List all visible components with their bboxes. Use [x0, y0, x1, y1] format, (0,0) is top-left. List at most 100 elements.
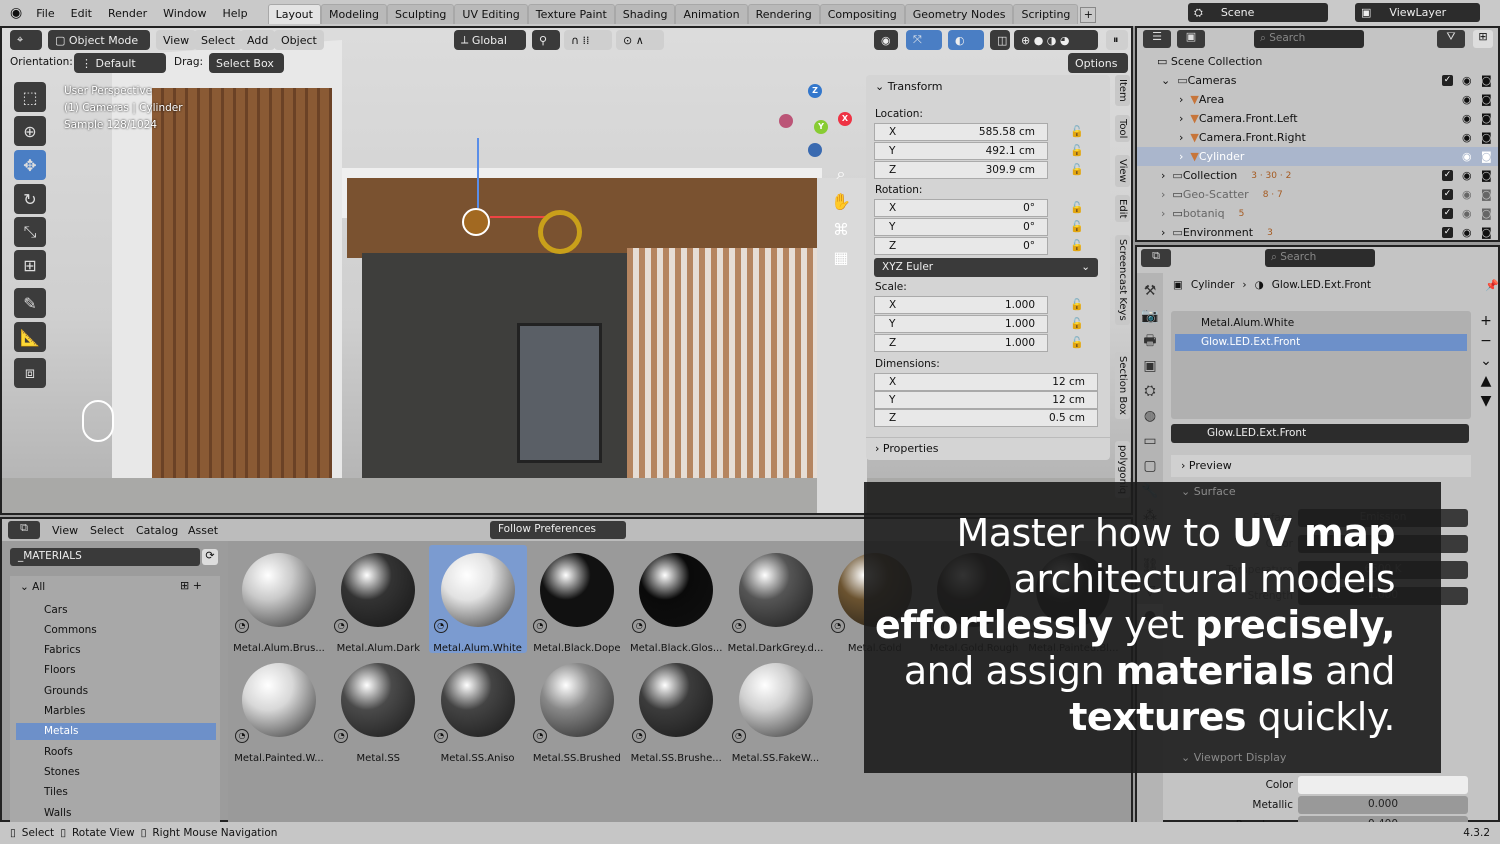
render-camera-icon[interactable]: ◙	[1481, 93, 1492, 106]
asset-item[interactable]: ◔ Metal.Alum.Dark	[329, 545, 427, 654]
move-down-button[interactable]: ▼	[1477, 391, 1495, 411]
transform-tool[interactable]: ⊞	[14, 250, 46, 280]
asset-menu-catalog[interactable]: Catalog	[136, 524, 178, 537]
rotation-y-field[interactable]: Y 0°	[874, 218, 1048, 236]
render-camera-icon[interactable]: ◙	[1481, 226, 1492, 239]
mode-selector[interactable]: ▢ Object Mode	[48, 30, 150, 50]
chevron-right-icon[interactable]: ›	[1179, 150, 1190, 163]
rotation-mode-dropdown[interactable]: XYZ Euler ⌄	[874, 258, 1098, 277]
chevron-right-icon[interactable]: ›	[1179, 93, 1190, 106]
camera-view-icon[interactable]: ⌘	[830, 216, 852, 244]
workspace-tab-shading[interactable]: Shading	[614, 4, 676, 24]
catalog-tiles[interactable]: Tiles	[16, 784, 216, 801]
asset-item[interactable]: ◔ Metal.Black.Dope	[528, 545, 626, 654]
catalog-stones[interactable]: Stones	[16, 763, 216, 780]
snap-toggle[interactable]: ∩ ⁞⁞	[564, 30, 612, 50]
sidebar-tab-item[interactable]: Item	[1115, 75, 1130, 106]
menu-window[interactable]: Window	[155, 7, 214, 20]
z-axis-arrow[interactable]	[477, 138, 479, 208]
eye-icon[interactable]: ◉	[1462, 226, 1472, 239]
render-camera-icon[interactable]: ◙	[1481, 207, 1492, 220]
slot-menu-button[interactable]: ⌄	[1477, 351, 1495, 371]
new-collection-button[interactable]: ⊞	[1473, 30, 1493, 48]
menu-select[interactable]: Select	[194, 30, 242, 50]
outliner-row[interactable]: ⌄ ▭ Cameras ✓ ◉ ◙	[1137, 71, 1498, 90]
object-tab-icon[interactable]: ▢	[1137, 454, 1163, 479]
lock-icon[interactable]: 🔓	[1070, 239, 1084, 252]
pan-hand-icon[interactable]: ✋	[830, 188, 852, 216]
material-slot[interactable]: Metal.Alum.White	[1175, 315, 1467, 332]
metallic-field[interactable]: 0.000	[1298, 796, 1468, 814]
menu-object[interactable]: Object	[274, 30, 324, 50]
scene-selector[interactable]: ⛭ Scene	[1188, 3, 1328, 22]
outliner-row[interactable]: › ▭ Environment 3 ✓ ◉ ◙	[1137, 223, 1498, 242]
import-method-dropdown[interactable]: Follow Preferences	[490, 521, 626, 539]
chevron-right-icon[interactable]: ›	[1161, 188, 1172, 201]
sidebar-tab-section-box[interactable]: Section Box	[1115, 352, 1130, 419]
asset-item[interactable]: ◔ Metal.SS.FakeW...	[727, 655, 825, 764]
exclude-checkbox[interactable]: ✓	[1442, 75, 1453, 86]
outliner-row[interactable]: › ▭ Collection 3 · 30 · 2 ✓ ◉ ◙	[1137, 166, 1498, 185]
location-z-field[interactable]: Z 309.9 cm	[874, 161, 1048, 179]
x-axis-arrow[interactable]	[490, 216, 550, 218]
blender-logo-icon[interactable]: ◉	[0, 5, 28, 21]
eye-icon[interactable]: ◉	[1462, 169, 1472, 182]
overlay-toggle[interactable]: ◐	[948, 30, 984, 50]
workspace-tab-texture-paint[interactable]: Texture Paint	[527, 4, 615, 24]
render-camera-icon[interactable]: ◙	[1481, 150, 1492, 163]
material-slot-active[interactable]: Glow.LED.Ext.Front	[1175, 334, 1467, 351]
scale-z-field[interactable]: Z 1.000	[874, 334, 1048, 352]
select-box-tool[interactable]: ⬚	[14, 82, 46, 112]
scale-tool[interactable]: ⤡	[14, 217, 46, 247]
sidebar-tab-view[interactable]: View	[1115, 155, 1130, 187]
eye-icon[interactable]: ◉	[1462, 150, 1472, 163]
sidebar-tab-tool[interactable]: Tool	[1115, 115, 1130, 143]
location-y-field[interactable]: Y 492.1 cm	[874, 142, 1048, 160]
catalog-marbles[interactable]: Marbles	[16, 703, 216, 720]
properties-editor-type[interactable]: ⧉	[1141, 249, 1171, 267]
catalog-walls[interactable]: Walls	[16, 804, 216, 821]
asset-editor-type[interactable]: ⧉	[8, 521, 40, 539]
catalog-floors[interactable]: Floors	[16, 662, 216, 679]
workspace-tab-compositing[interactable]: Compositing	[819, 4, 905, 24]
asset-item[interactable]: ◔ Metal.SS.Brushed	[528, 655, 626, 764]
workspace-tab-animation[interactable]: Animation	[675, 4, 748, 24]
asset-library-dropdown[interactable]: _MATERIALS	[10, 548, 200, 566]
dimensions-y-field[interactable]: Y 12 cm	[874, 391, 1098, 409]
gizmo-z-axis[interactable]: Z	[808, 84, 822, 98]
lock-icon[interactable]: 🔓	[1070, 163, 1084, 176]
view-layer-tab-icon[interactable]: ▣	[1137, 354, 1163, 379]
pin-icon[interactable]: 📌	[1485, 279, 1499, 292]
visibility-button[interactable]: ◉	[874, 30, 898, 50]
tool-tab-icon[interactable]: ⚒	[1137, 279, 1163, 304]
view-layer-selector[interactable]: ▣ ViewLayer	[1355, 3, 1480, 22]
menu-render[interactable]: Render	[100, 7, 155, 20]
display-mode-dropdown[interactable]: ▣	[1177, 30, 1205, 48]
workspace-tab-uv-editing[interactable]: UV Editing	[454, 4, 528, 24]
scale-x-field[interactable]: X 1.000	[874, 296, 1048, 314]
asset-menu-view[interactable]: View	[52, 524, 78, 537]
annotate-tool[interactable]: ✎	[14, 288, 46, 318]
refresh-icon[interactable]: ⟳	[202, 549, 218, 565]
add-cube-tool[interactable]: ⧈	[14, 358, 46, 388]
transform-header[interactable]: ⌄ Transform	[875, 80, 942, 93]
move-up-button[interactable]: ▲	[1477, 371, 1495, 391]
filter-button[interactable]: ⛛	[1437, 30, 1465, 48]
workspace-tab-sculpting[interactable]: Sculpting	[387, 4, 455, 24]
exclude-checkbox[interactable]: ✓	[1442, 208, 1453, 219]
color-field[interactable]	[1298, 776, 1468, 794]
menu-file[interactable]: File	[28, 7, 62, 20]
outliner-row[interactable]: › ▼ Area ◉ ◙	[1137, 90, 1498, 109]
render-camera-icon[interactable]: ◙	[1481, 131, 1492, 144]
object-origin-icon[interactable]	[462, 208, 490, 236]
eye-icon[interactable]: ◉	[1462, 207, 1472, 220]
grid-icon[interactable]: ▦	[830, 244, 852, 272]
outliner-row[interactable]: › ▼ Cylinder ◉ ◙	[1137, 147, 1498, 166]
gizmo-y-axis[interactable]: Y	[814, 120, 828, 134]
output-tab-icon[interactable]: 🖶	[1137, 329, 1163, 354]
exclude-checkbox[interactable]: ✓	[1442, 170, 1453, 181]
catalog-grounds[interactable]: Grounds	[16, 682, 216, 699]
properties-header[interactable]: › Properties	[866, 437, 1110, 460]
drag-dropdown[interactable]: Select Box	[209, 53, 284, 73]
outliner-row[interactable]: › ▼ Camera.Front.Right ◉ ◙	[1137, 128, 1498, 147]
